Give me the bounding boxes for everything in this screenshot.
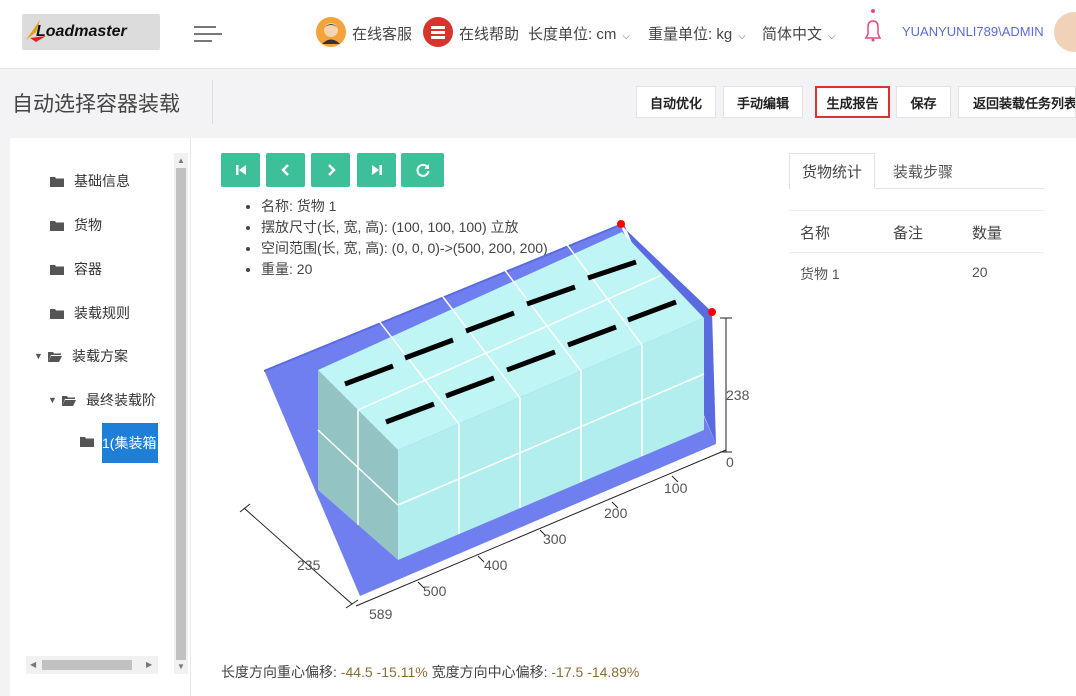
width-offset-label: 宽度方向中心偏移: [427,664,552,680]
scroll-up-icon[interactable]: ▲ [177,156,185,165]
tree-item-label: 1(集装箱 [102,435,157,451]
axis-label-length-100: 100 [664,480,688,496]
chevron-down-icon: ⌵ [738,31,746,42]
tree-item-label: 装载规则 [74,305,130,321]
next-icon [327,164,336,176]
scroll-left-icon[interactable]: ◀ [30,660,36,669]
tree-item-label: 容器 [74,261,102,277]
scroll-down-icon[interactable]: ▼ [177,662,185,671]
logo[interactable]: Loadmaster [22,14,160,50]
axis-label-height-min: 0 [726,454,734,470]
corner-marker [708,308,716,316]
chevron-down-icon: ⌵ [828,31,836,42]
generate-report-button[interactable]: 生成报告 [815,86,890,118]
caret-down-icon[interactable]: ▼ [34,351,43,361]
width-offset-pct: -14.89% [587,664,640,680]
previous-step-button[interactable] [266,153,305,187]
axis-label-width-235: 235 [297,557,321,573]
tab-cargo-statistics[interactable]: 货物统计 [789,153,875,189]
folder-open-icon [48,351,62,362]
axis-label-height-max: 238 [726,387,750,403]
first-step-button[interactable] [221,153,260,187]
menu-toggle-button[interactable] [194,24,222,44]
panel-divider [190,138,191,696]
length-offset-pct: -15.11% [376,664,428,680]
tree-item-loading-rules[interactable]: 装载规则 [50,303,130,323]
length-unit-label: 长度单位: cm [528,26,617,43]
folder-icon [80,437,94,447]
tree-item-container[interactable]: 容器 [50,259,102,279]
next-step-button[interactable] [311,153,350,187]
tree-item-loading-plan[interactable]: ▼ 装载方案 [34,346,128,366]
axis-label-length-400: 400 [484,557,508,573]
tree-vertical-scroll-thumb[interactable] [176,168,186,660]
refresh-icon [416,163,429,177]
tree-item-cargo[interactable]: 货物 [50,215,102,235]
center-of-gravity-offset: 长度方向重心偏移: -44.5 -15.11% 宽度方向中心偏移: -17.5 … [221,662,639,682]
chevron-down-icon: ⌵ [622,31,630,42]
logo-text: Loadmaster [36,23,127,40]
folder-open-icon [62,395,76,406]
tree-horizontal-scroll-thumb[interactable] [42,660,132,670]
caret-down-icon[interactable]: ▼ [48,395,57,405]
table-top-border [789,210,1044,211]
tree-item-final-stage[interactable]: ▼ 最终装载阶 [48,390,156,410]
language-dropdown[interactable]: 简体中文 ⌵ [762,23,836,44]
notification-bell-icon[interactable] [862,8,884,44]
tree-folder-container-1 [80,436,104,447]
tab-underline [876,188,1044,189]
weight-unit-dropdown[interactable]: 重量单位: kg ⌵ [648,23,746,44]
help-book-icon[interactable] [423,17,453,47]
tree-item-label: 最终装载阶 [86,392,156,408]
prev-icon [280,164,289,176]
length-offset-value: -44.5 [340,664,373,680]
axis-label-length-200: 200 [604,505,628,521]
table-row-quantity: 20 [972,264,988,280]
language-label: 简体中文 [762,26,823,43]
width-offset-value: -17.5 [551,664,584,680]
axis-label-length-589: 589 [369,606,393,622]
column-header-name: 名称 [800,225,831,242]
corner-marker [617,220,625,228]
folder-icon [50,220,64,231]
online-help-link[interactable]: 在线帮助 [459,23,519,44]
user-name[interactable]: YUANYUNLI789\ADMIN [902,24,1044,39]
tab-loading-steps[interactable]: 装载步骤 [876,153,970,189]
title-divider [212,80,213,124]
container-3d-view[interactable]: 238 0 100 200 300 400 500 589 235 [230,210,770,630]
first-icon [235,165,246,175]
save-button[interactable]: 保存 [896,86,951,118]
support-avatar-icon[interactable] [316,17,346,47]
scroll-right-icon[interactable]: ▶ [146,660,152,669]
folder-icon [50,264,64,275]
tree-item-container-1-selected[interactable]: 1(集装箱 [102,423,158,463]
tree-item-label: 基础信息 [74,173,130,189]
column-header-quantity: 数量 [972,225,1003,242]
folder-icon [50,176,64,187]
length-unit-dropdown[interactable]: 长度单位: cm ⌵ [528,23,630,44]
axis-label-length-300: 300 [543,531,567,547]
last-icon [371,165,382,175]
back-to-task-list-button[interactable]: 返回装载任务列表 [958,86,1076,118]
page-title: 自动选择容器装载 [12,93,180,116]
column-header-note: 备注 [893,225,924,242]
length-offset-label: 长度方向重心偏移: [221,664,341,680]
online-support-link[interactable]: 在线客服 [352,23,412,44]
last-step-button[interactable] [357,153,396,187]
folder-icon [50,308,64,319]
table-row-name: 货物 1 [800,266,840,282]
axis-label-length-500: 500 [423,583,447,599]
auto-optimize-button[interactable]: 自动优化 [636,86,716,118]
refresh-button[interactable] [401,153,444,187]
tree-item-label: 货物 [74,217,102,233]
manual-edit-button[interactable]: 手动编辑 [723,86,803,118]
tree-item-label: 装载方案 [72,348,128,364]
weight-unit-label: 重量单位: kg [648,26,733,43]
table-header-border [789,252,1044,253]
tree-item-basic-info[interactable]: 基础信息 [50,171,130,191]
